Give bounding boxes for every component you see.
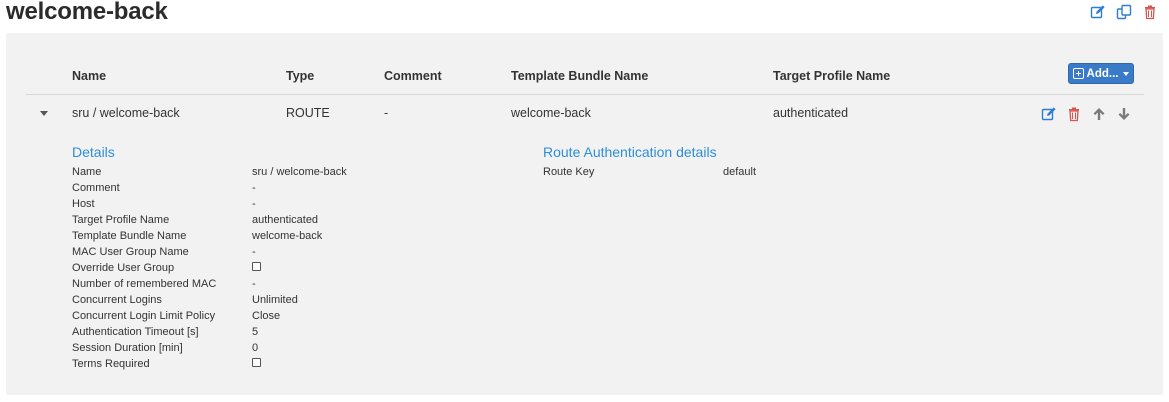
details-value: 0 bbox=[252, 342, 259, 354]
plus-icon bbox=[1072, 68, 1084, 79]
table-header: Name Type Comment Template Bundle Name T… bbox=[26, 63, 1144, 95]
details-title: Details bbox=[72, 144, 115, 160]
details-value: - bbox=[252, 278, 256, 290]
details-value: - bbox=[252, 246, 256, 258]
page-title: welcome-back bbox=[6, 0, 168, 25]
header-type: Type bbox=[286, 69, 315, 83]
details-label: Number of remembered MAC bbox=[72, 278, 217, 290]
details-value: - bbox=[252, 182, 256, 194]
details-checkbox bbox=[252, 262, 261, 274]
trash-icon[interactable] bbox=[1142, 4, 1158, 20]
details-label: MAC User Group Name bbox=[72, 246, 189, 258]
trash-icon[interactable] bbox=[1066, 106, 1082, 122]
row-comment: - bbox=[384, 106, 389, 120]
details-value: sru / welcome-back bbox=[252, 166, 347, 178]
route-auth-title: Route Authentication details bbox=[543, 144, 717, 160]
details-checkbox bbox=[252, 358, 261, 370]
top-actions bbox=[1090, 4, 1158, 20]
details-label: Terms Required bbox=[72, 358, 150, 370]
expand-caret-icon[interactable] bbox=[40, 111, 48, 116]
details-label: Authentication Timeout [s] bbox=[72, 326, 199, 338]
header-target-profile-name: Target Profile Name bbox=[773, 69, 891, 83]
details-label: Target Profile Name bbox=[72, 214, 170, 226]
add-button-label: Add... bbox=[1086, 67, 1119, 80]
route-auth-label: Route Key bbox=[543, 166, 595, 178]
copy-icon[interactable] bbox=[1116, 4, 1132, 20]
details-label: Session Duration [min] bbox=[72, 342, 183, 354]
caret-down-icon bbox=[1123, 71, 1130, 76]
details-value: - bbox=[252, 198, 256, 210]
table-row[interactable]: sru / welcome-back ROUTE - welcome-back … bbox=[26, 95, 1144, 131]
arrow-down-icon[interactable] bbox=[1116, 106, 1132, 122]
arrow-up-icon[interactable] bbox=[1091, 106, 1107, 122]
details-label: Comment bbox=[72, 182, 120, 194]
edit-icon[interactable] bbox=[1090, 4, 1106, 20]
routes-panel: Name Type Comment Template Bundle Name T… bbox=[6, 33, 1163, 395]
checkbox-unchecked-icon bbox=[252, 262, 261, 271]
edit-icon[interactable] bbox=[1041, 106, 1057, 122]
row-name: sru / welcome-back bbox=[72, 106, 180, 120]
row-actions bbox=[1041, 106, 1132, 122]
details-value: 5 bbox=[252, 326, 259, 338]
details-value: Close bbox=[252, 310, 281, 322]
route-auth-value: default bbox=[723, 166, 757, 178]
row-target-profile-name: authenticated bbox=[773, 106, 849, 120]
header-name: Name bbox=[72, 69, 107, 83]
details-label: Concurrent Login Limit Policy bbox=[72, 310, 216, 322]
details-label: Concurrent Logins bbox=[72, 294, 162, 306]
details-label: Name bbox=[72, 166, 102, 178]
details-value: Unlimited bbox=[252, 294, 298, 306]
checkbox-unchecked-icon bbox=[252, 358, 261, 367]
row-template-bundle-name: welcome-back bbox=[511, 106, 591, 120]
row-type: ROUTE bbox=[286, 106, 330, 120]
add-button[interactable]: Add... bbox=[1068, 63, 1134, 84]
header-comment: Comment bbox=[384, 69, 442, 83]
details-label: Override User Group bbox=[72, 262, 175, 274]
details-label: Template Bundle Name bbox=[72, 230, 187, 242]
header-template-bundle-name: Template Bundle Name bbox=[511, 69, 649, 83]
details-value: welcome-back bbox=[252, 230, 323, 242]
details-label: Host bbox=[72, 198, 95, 210]
details-value: authenticated bbox=[252, 214, 319, 226]
